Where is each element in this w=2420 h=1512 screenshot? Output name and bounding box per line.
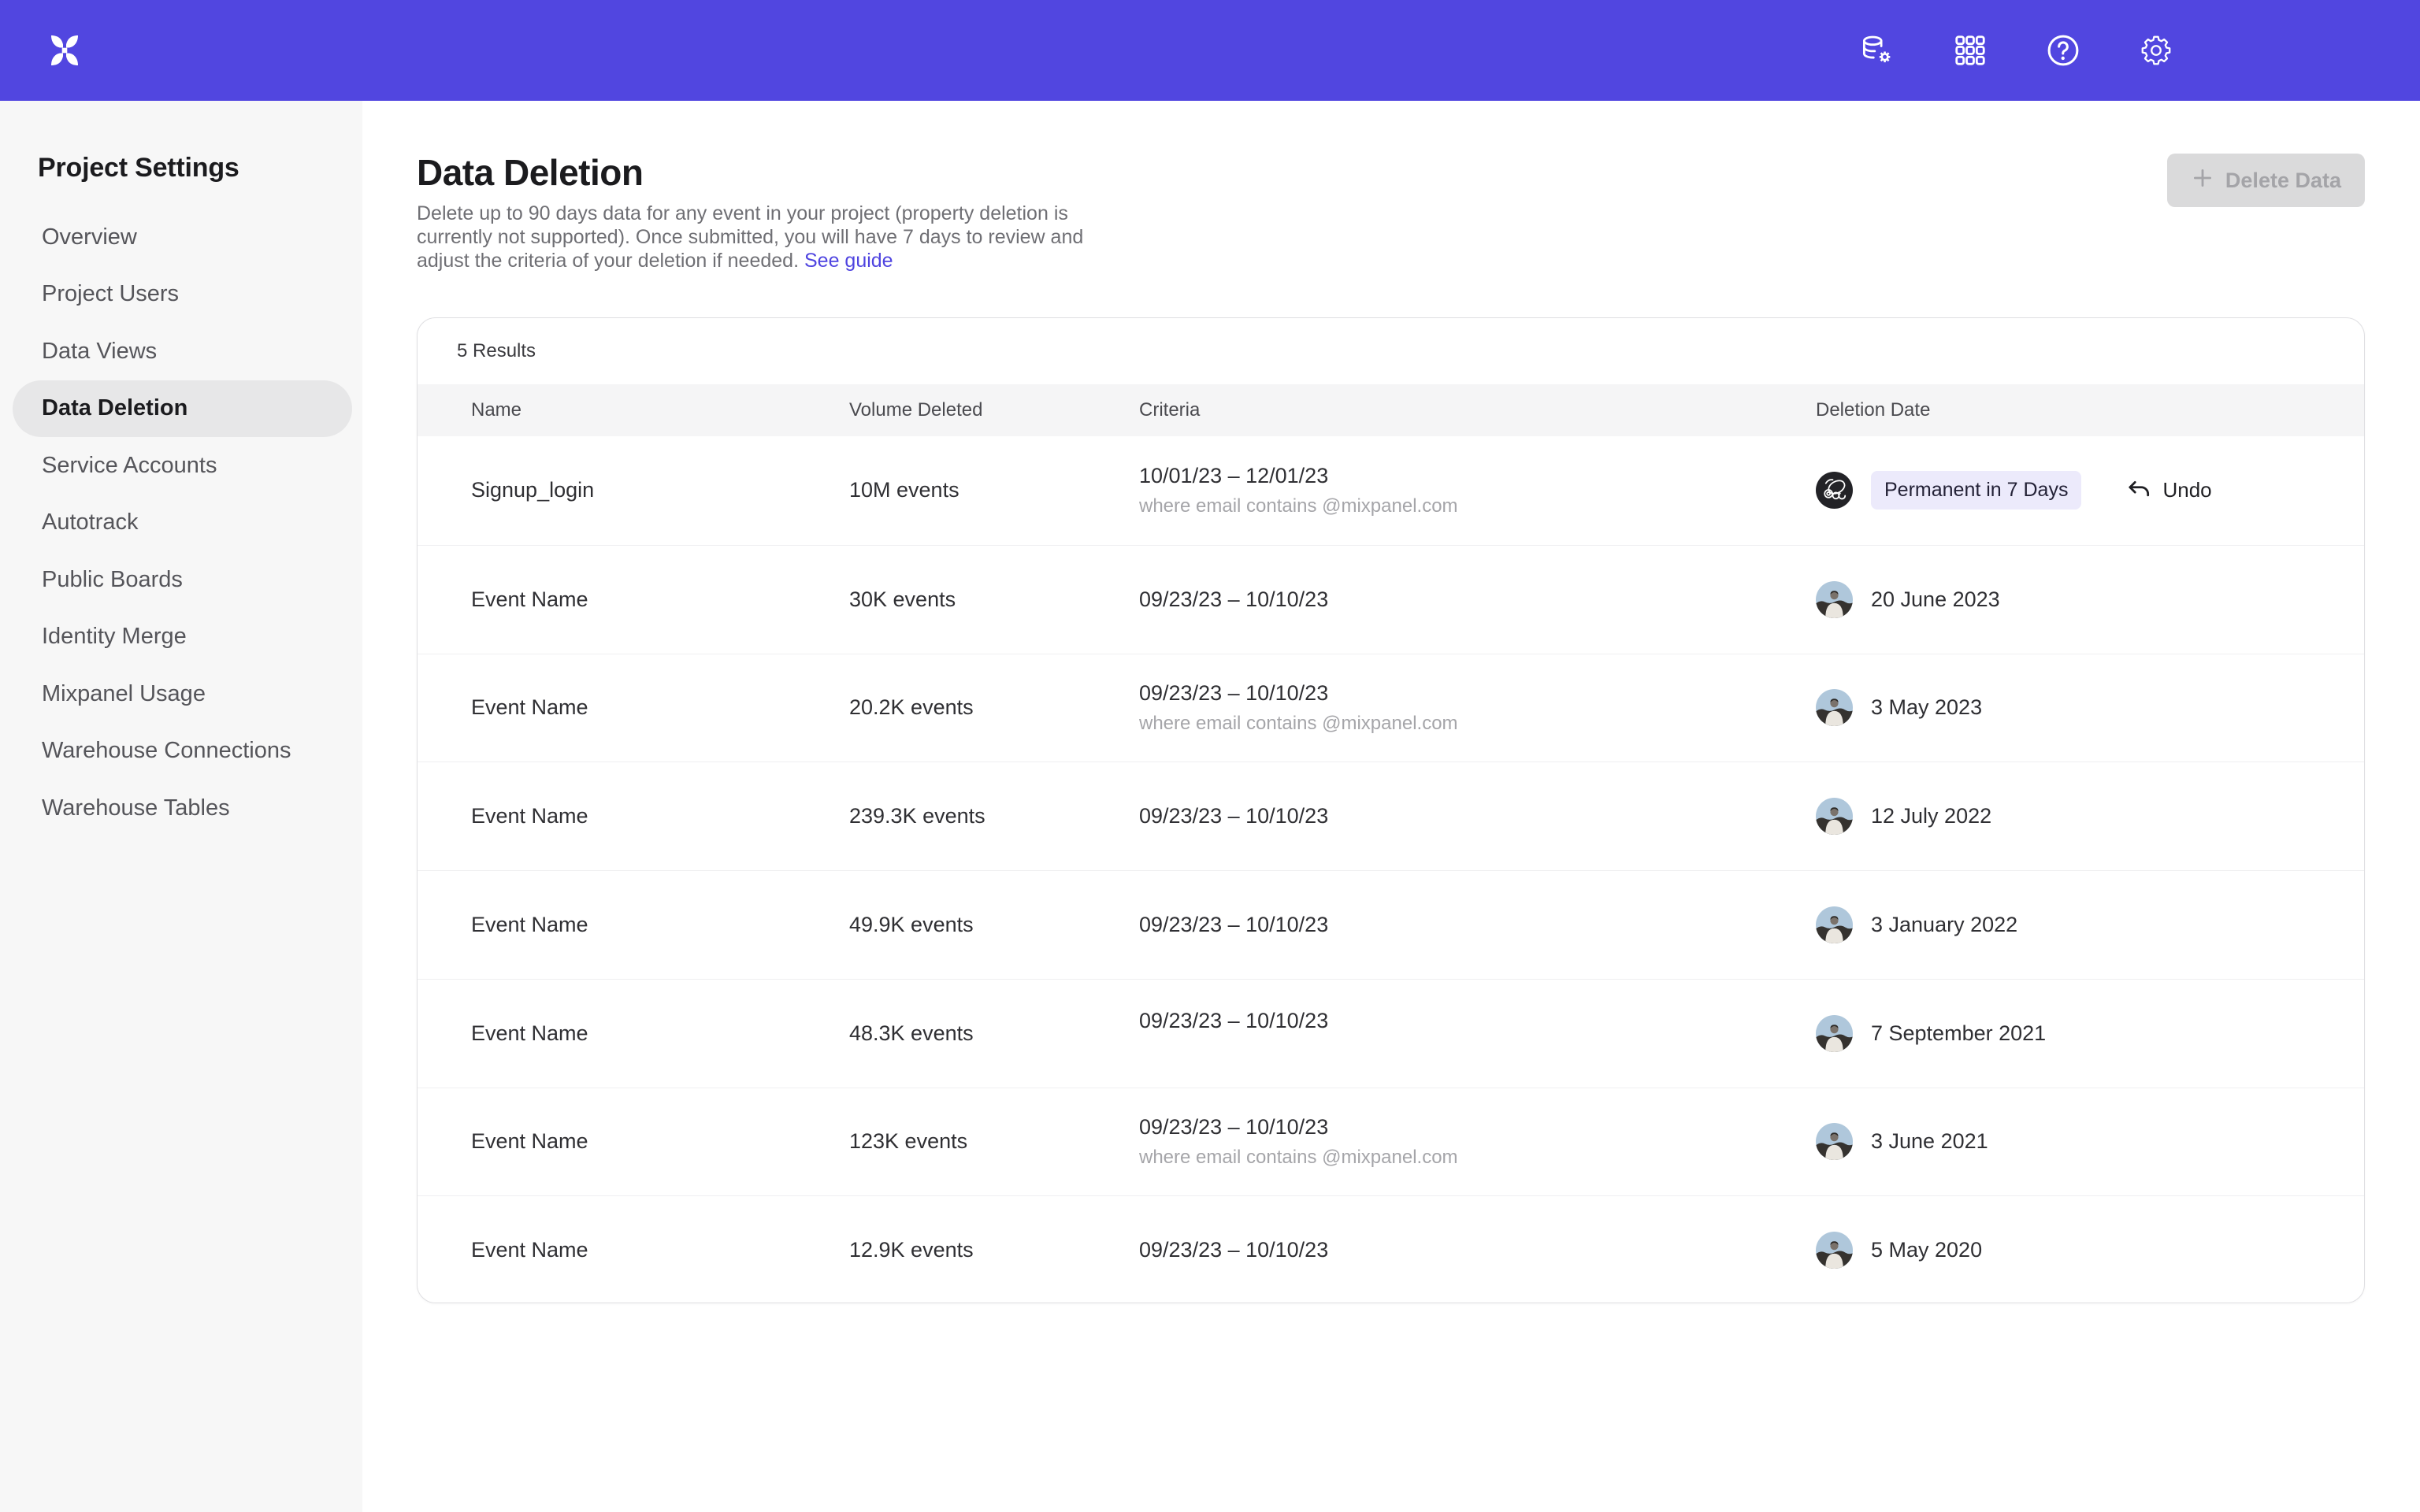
criteria-range: 09/23/23 – 10/10/23 <box>1139 1238 1328 1262</box>
criteria-range: 09/23/23 – 10/10/23 <box>1139 587 1328 612</box>
criteria-range: 09/23/23 – 10/10/23 <box>1139 913 1328 937</box>
column-header-name: Name <box>471 384 521 436</box>
event-name: Event Name <box>471 546 588 654</box>
volume-deleted: 10M events <box>849 436 959 545</box>
deletion-date: 12 July 2022 <box>1871 804 1991 828</box>
sidebar-item-mixpanel-usage[interactable]: Mixpanel Usage <box>13 665 352 723</box>
table-row: Event Name 12.9K events 09/23/23 – 10/10… <box>418 1195 2364 1303</box>
person-photo-avatar <box>1816 1123 1853 1160</box>
plus-icon <box>2191 166 2214 195</box>
event-name: Event Name <box>471 871 588 979</box>
event-name: Event Name <box>471 654 588 762</box>
table-row: Event Name 30K events 09/23/23 – 10/10/2… <box>418 545 2364 654</box>
table-row: Event Name 48.3K events 09/23/23 – 10/10… <box>418 979 2364 1088</box>
sidebar-item-service-accounts[interactable]: Service Accounts <box>13 437 352 495</box>
volume-deleted: 48.3K events <box>849 980 974 1088</box>
column-header-deletion-date: Deletion Date <box>1816 384 1930 436</box>
volume-deleted: 239.3K events <box>849 762 985 870</box>
person-photo-avatar <box>1816 798 1853 835</box>
table-row: Event Name 49.9K events 09/23/23 – 10/10… <box>418 870 2364 979</box>
top-navigation-bar <box>0 0 2420 101</box>
undo-icon <box>2125 477 2152 504</box>
settings-gear-icon[interactable] <box>2138 32 2174 69</box>
page-description-text: Delete up to 90 days data for any event … <box>417 202 1083 272</box>
event-name: Event Name <box>471 980 588 1088</box>
column-header-volume-deleted: Volume Deleted <box>849 384 982 436</box>
table-row: Event Name 239.3K events 09/23/23 – 10/1… <box>418 762 2364 870</box>
criteria-range: 09/23/23 – 10/10/23 <box>1139 1115 1328 1140</box>
sidebar-item-warehouse-connections[interactable]: Warehouse Connections <box>13 723 352 780</box>
volume-deleted: 49.9K events <box>849 871 974 979</box>
criteria-range: 09/23/23 – 10/10/23 <box>1139 804 1328 828</box>
sidebar-item-overview[interactable]: Overview <box>13 209 352 266</box>
person-photo-avatar <box>1816 1015 1853 1052</box>
mixpanel-logo-icon[interactable] <box>46 32 84 69</box>
settings-sidebar: Project Settings Overview Project Users … <box>0 101 362 1512</box>
criteria-range: 09/23/23 – 10/10/23 <box>1139 681 1328 706</box>
table-body: Signup_login 10M events 10/01/23 – 12/01… <box>418 436 2364 1303</box>
table-header-row: Name Volume Deleted Criteria Deletion Da… <box>418 384 2364 436</box>
event-name: Event Name <box>471 1088 588 1196</box>
sidebar-item-data-deletion[interactable]: Data Deletion <box>13 380 352 438</box>
volume-deleted: 123K events <box>849 1088 967 1196</box>
event-name: Event Name <box>471 1196 588 1303</box>
see-guide-link[interactable]: See guide <box>804 250 893 272</box>
deletion-requests-card: 5 Results Name Volume Deleted Criteria D… <box>417 317 2365 1303</box>
main-content: Data Deletion Delete up to 90 days data … <box>362 101 2420 1512</box>
event-name: Event Name <box>471 762 588 870</box>
sidebar-heading: Project Settings <box>38 153 362 183</box>
undo-label: Undo <box>2162 478 2211 502</box>
person-photo-avatar <box>1816 581 1853 618</box>
volume-deleted: 20.2K events <box>849 654 974 762</box>
sidebar-item-project-users[interactable]: Project Users <box>13 266 352 324</box>
column-header-criteria: Criteria <box>1139 384 1200 436</box>
criteria-filter: where email contains @mixpanel.com <box>1139 495 1458 517</box>
dark-doodle-avatar <box>1816 472 1853 509</box>
volume-deleted: 30K events <box>849 546 956 654</box>
deletion-date: 3 June 2021 <box>1871 1129 1988 1154</box>
help-icon[interactable] <box>2045 32 2081 69</box>
table-row: Event Name 123K events 09/23/23 – 10/10/… <box>418 1088 2364 1196</box>
criteria-filter: where email contains @mixpanel.com <box>1139 1147 1458 1169</box>
volume-deleted: 12.9K events <box>849 1196 974 1303</box>
person-photo-avatar <box>1816 689 1853 726</box>
deletion-date: 5 May 2020 <box>1871 1238 1982 1262</box>
delete-data-button-label: Delete Data <box>2225 169 2341 193</box>
sidebar-item-data-views[interactable]: Data Views <box>13 323 352 380</box>
deletion-date: 3 May 2023 <box>1871 695 1982 720</box>
table-row: Signup_login 10M events 10/01/23 – 12/01… <box>418 436 2364 545</box>
person-photo-avatar <box>1816 1232 1853 1269</box>
results-count: 5 Results <box>418 318 2364 384</box>
sidebar-nav: Overview Project Users Data Views Data D… <box>0 209 362 837</box>
sidebar-item-identity-merge[interactable]: Identity Merge <box>13 609 352 666</box>
page-description: Delete up to 90 days data for any event … <box>417 202 1113 272</box>
page-title: Data Deletion <box>417 151 643 194</box>
criteria-range: 10/01/23 – 12/01/23 <box>1139 464 1328 488</box>
sidebar-item-autotrack[interactable]: Autotrack <box>13 495 352 552</box>
event-name: Signup_login <box>471 436 594 545</box>
topbar-icon-group <box>1859 0 2174 101</box>
sidebar-item-public-boards[interactable]: Public Boards <box>13 551 352 609</box>
person-photo-avatar <box>1816 906 1853 943</box>
deletion-date: 20 June 2023 <box>1871 587 2000 612</box>
criteria-filter: where email contains @mixpanel.com <box>1139 713 1458 735</box>
status-badge: Permanent in 7 Days <box>1871 471 2081 510</box>
table-row: Event Name 20.2K events 09/23/23 – 10/10… <box>418 654 2364 762</box>
undo-button[interactable]: Undo <box>2125 477 2211 504</box>
deletion-date: 3 January 2022 <box>1871 913 2017 937</box>
deletion-date: 7 September 2021 <box>1871 1021 2046 1046</box>
delete-data-button[interactable]: Delete Data <box>2167 154 2365 207</box>
apps-grid-icon[interactable] <box>1952 32 1988 69</box>
database-gear-icon[interactable] <box>1859 32 1895 69</box>
sidebar-item-warehouse-tables[interactable]: Warehouse Tables <box>13 780 352 837</box>
criteria-range: 09/23/23 – 10/10/23 <box>1139 1009 1328 1033</box>
